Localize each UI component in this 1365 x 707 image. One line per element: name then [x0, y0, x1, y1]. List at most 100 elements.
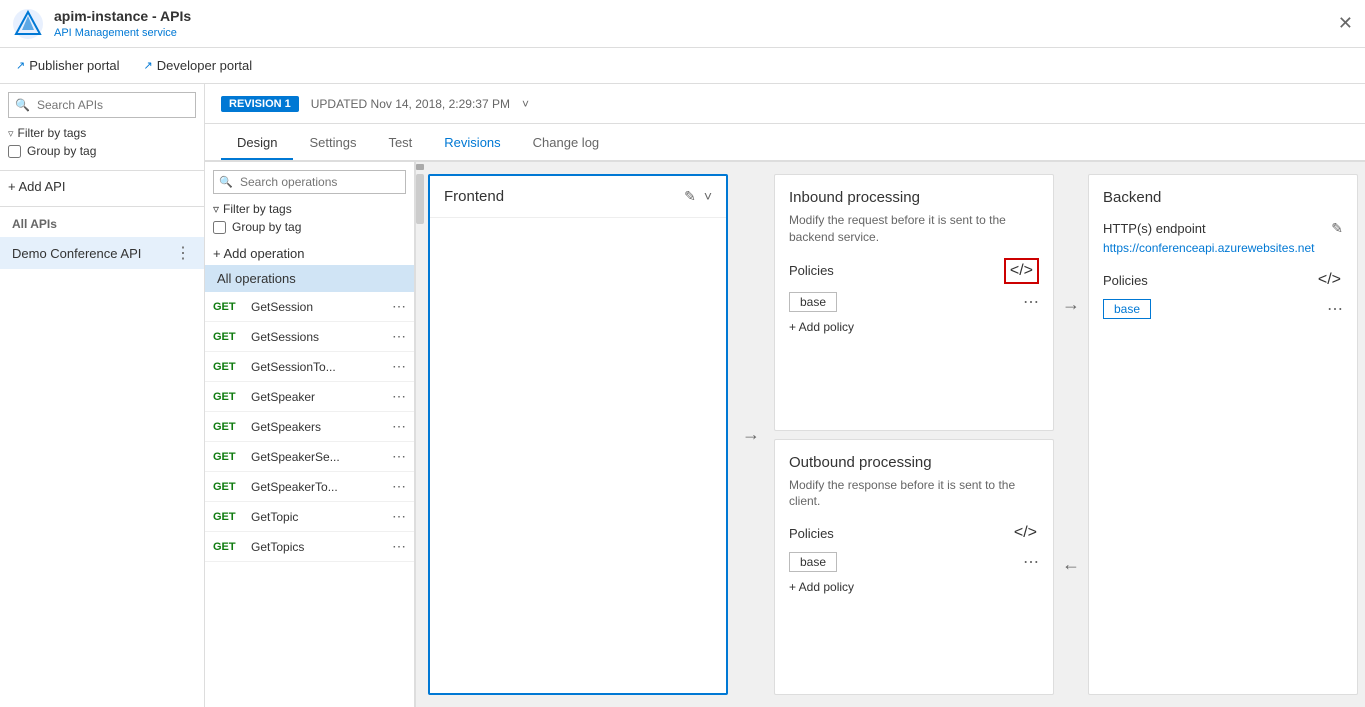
op-method: GET — [213, 361, 245, 373]
inbound-processing-panel: Inbound processing Modify the request be… — [774, 174, 1054, 431]
backend-base-tag: base — [1103, 299, 1151, 319]
page-subtitle: API Management service — [54, 27, 177, 39]
close-button[interactable]: ✕ — [1338, 13, 1353, 34]
sidebar-filter[interactable]: ▿ Filter by tags — [8, 126, 196, 140]
search-apis-input[interactable] — [8, 92, 196, 118]
ops-filter-icon: ▿ — [213, 202, 219, 216]
arrow-right-inbound: → — [736, 174, 766, 695]
inbound-base-dots[interactable]: ⋯ — [1023, 292, 1039, 312]
backend-policies-label: Policies — [1103, 273, 1148, 288]
outbound-policies-code-button[interactable]: </> — [1012, 522, 1039, 544]
inbound-policies-code-button[interactable]: </> — [1004, 258, 1039, 284]
revision-updated: UPDATED Nov 14, 2018, 2:29:37 PM — [311, 97, 510, 111]
op-context-dots[interactable]: ⋯ — [392, 538, 406, 555]
op-context-dots[interactable]: ⋯ — [392, 448, 406, 465]
op-method: GET — [213, 451, 245, 463]
backend-edit-icon[interactable]: ✎ — [1331, 220, 1343, 237]
tab-revisions[interactable]: Revisions — [428, 127, 516, 160]
backend-title: Backend — [1103, 189, 1343, 206]
operation-item-getsession[interactable]: GET GetSession ⋯ — [205, 292, 414, 322]
outbound-policies-label: Policies — [789, 526, 834, 541]
frontend-title: Frontend — [444, 188, 504, 205]
tab-test[interactable]: Test — [372, 127, 428, 160]
outbound-base-dots[interactable]: ⋯ — [1023, 552, 1039, 572]
title-bar-left: apim-instance - APIs API Management serv… — [12, 8, 191, 40]
op-context-dots[interactable]: ⋯ — [392, 418, 406, 435]
op-context-dots[interactable]: ⋯ — [392, 478, 406, 495]
middle-arrows: → ← — [1062, 174, 1080, 695]
ops-groupby: Group by tag — [213, 220, 406, 234]
title-text: apim-instance - APIs API Management serv… — [54, 8, 191, 39]
tabs-bar: Design Settings Test Revisions Change lo… — [205, 124, 1365, 162]
operation-item-getspeakers[interactable]: GET GetSpeakers ⋯ — [205, 412, 414, 442]
ops-groupby-checkbox[interactable] — [213, 221, 226, 234]
operation-item-getspeaker[interactable]: GET GetSpeaker ⋯ — [205, 382, 414, 412]
op-context-dots[interactable]: ⋯ — [392, 328, 406, 345]
op-context-dots[interactable]: ⋯ — [392, 298, 406, 315]
inbound-title: Inbound processing — [789, 189, 1039, 206]
backend-policies-row: Policies </> — [1103, 269, 1343, 291]
chevron-down-icon[interactable]: ˅ — [704, 188, 712, 205]
all-apis-label: All APIs — [0, 211, 204, 237]
ops-groupby-label: Group by tag — [232, 220, 301, 234]
op-name: GetTopic — [251, 510, 386, 524]
frontend-header: Frontend ✎ ˅ — [430, 176, 726, 218]
backend-base-dots[interactable]: ⋯ — [1327, 299, 1343, 319]
developer-portal-link[interactable]: ↗ Developer portal — [144, 58, 253, 73]
revision-chevron-icon[interactable]: ˅ — [522, 97, 529, 111]
operation-item-getspeakerse[interactable]: GET GetSpeakerSe... ⋯ — [205, 442, 414, 472]
op-method: GET — [213, 391, 245, 403]
operation-item-gettopics[interactable]: GET GetTopics ⋯ — [205, 532, 414, 562]
tab-changelog[interactable]: Change log — [517, 127, 616, 160]
edit-icon[interactable]: ✎ — [684, 188, 696, 205]
publisher-portal-link[interactable]: ↗ Publisher portal — [16, 58, 120, 73]
operations-panel: 🔍 ▿ Filter by tags Group by tag + Add op… — [205, 162, 415, 707]
tab-settings[interactable]: Settings — [293, 127, 372, 160]
op-name: GetSpeaker — [251, 390, 386, 404]
operation-item-getspeakerto[interactable]: GET GetSpeakerTo... ⋯ — [205, 472, 414, 502]
arrow-left-outbound: ← — [1062, 554, 1080, 575]
inbound-policy-base-row: base ⋯ — [789, 292, 1039, 312]
op-context-dots[interactable]: ⋯ — [392, 358, 406, 375]
op-name: GetSessions — [251, 330, 386, 344]
inbound-add-policy-button[interactable]: + Add policy — [789, 320, 854, 334]
op-name: GetSpeakerTo... — [251, 480, 386, 494]
op-method: GET — [213, 541, 245, 553]
operation-item-getsessions[interactable]: GET GetSessions ⋯ — [205, 322, 414, 352]
search-operations-input[interactable] — [213, 170, 406, 194]
backend-policy-base-row: base ⋯ — [1103, 299, 1343, 319]
inbound-base-tag: base — [789, 292, 837, 312]
inbound-policies-row: Policies </> — [789, 258, 1039, 284]
sidebar-item-demo-conference-api[interactable]: Demo Conference API ⋮ — [0, 237, 204, 269]
title-bar: apim-instance - APIs API Management serv… — [0, 0, 1365, 48]
op-method: GET — [213, 481, 245, 493]
revision-bar: REVISION 1 UPDATED Nov 14, 2018, 2:29:37… — [205, 84, 1365, 124]
outbound-add-policy-button[interactable]: + Add policy — [789, 580, 854, 594]
api-context-menu-dots[interactable]: ⋮ — [175, 243, 192, 263]
arrow-right-backend: → — [1062, 294, 1080, 315]
external-link-icon-2: ↗ — [144, 59, 153, 72]
backend-endpoint-label: HTTP(s) endpoint — [1103, 221, 1206, 236]
op-context-dots[interactable]: ⋯ — [392, 508, 406, 525]
frontend-panel: Frontend ✎ ˅ — [428, 174, 728, 695]
all-operations-label: All operations — [205, 265, 414, 292]
operation-item-getsessionto[interactable]: GET GetSessionTo... ⋯ — [205, 352, 414, 382]
op-context-dots[interactable]: ⋯ — [392, 388, 406, 405]
design-area: Frontend ✎ ˅ → Inbound processing — [416, 162, 1365, 707]
add-api-button[interactable]: + Add API — [8, 179, 196, 194]
outbound-base-tag: base — [789, 552, 837, 572]
add-operation-button[interactable]: + Add operation — [213, 246, 406, 261]
top-nav: ↗ Publisher portal ↗ Developer portal — [0, 48, 1365, 84]
outbound-processing-panel: Outbound processing Modify the response … — [774, 439, 1054, 696]
tab-design[interactable]: Design — [221, 127, 293, 160]
operations-panel-wrapper: 🔍 ▿ Filter by tags Group by tag + Add op… — [205, 162, 415, 707]
ops-filter[interactable]: ▿ Filter by tags — [213, 202, 406, 216]
outbound-policy-base-row: base ⋯ — [789, 552, 1039, 572]
op-method: GET — [213, 421, 245, 433]
inbound-policies-label: Policies — [789, 263, 834, 278]
sidebar-search-container: 🔍 — [8, 92, 196, 118]
backend-policies-code-button[interactable]: </> — [1316, 269, 1343, 291]
groupby-checkbox[interactable] — [8, 145, 21, 158]
operation-item-gettopic[interactable]: GET GetTopic ⋯ — [205, 502, 414, 532]
left-sidebar: 🔍 ▿ Filter by tags Group by tag + Add AP… — [0, 84, 205, 707]
